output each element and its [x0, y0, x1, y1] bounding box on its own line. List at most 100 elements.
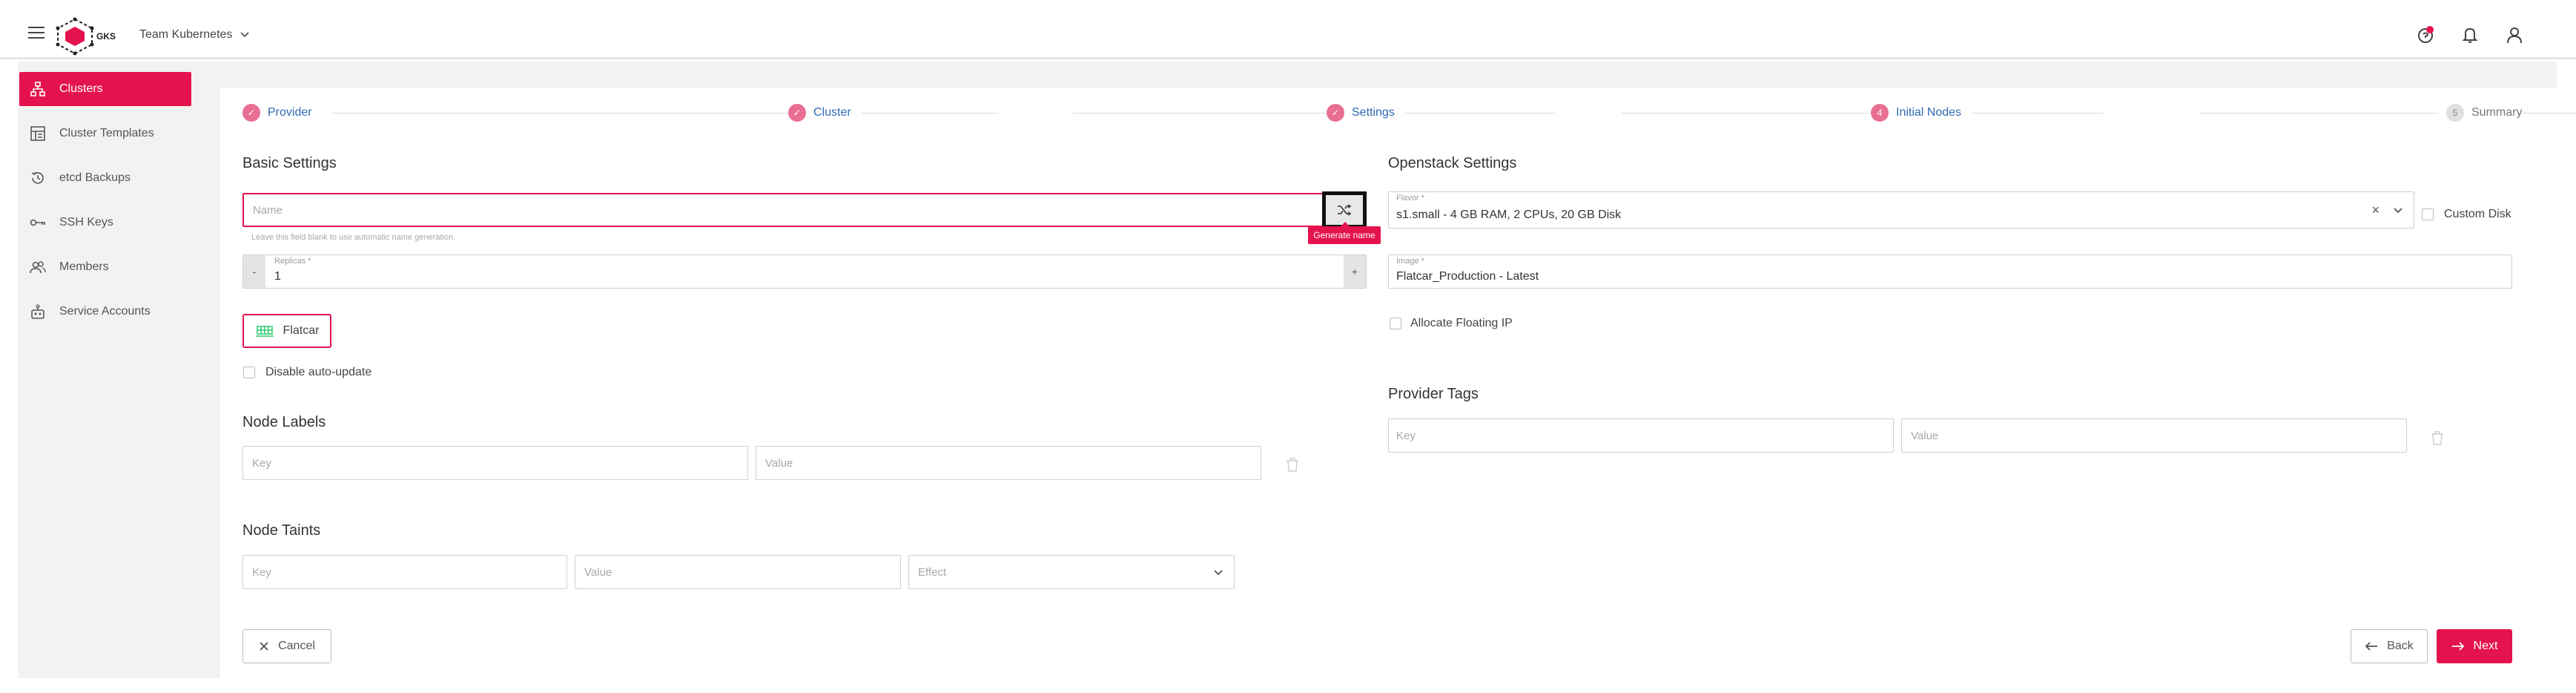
custom-disk-label: Custom Disk: [2444, 208, 2511, 220]
arrow-left-icon: [2365, 642, 2378, 651]
step-label: Summary: [2471, 106, 2523, 119]
value-placeholder: Value: [765, 457, 793, 470]
sidebar-item-etcd-backups[interactable]: etcd Backups: [19, 161, 191, 195]
bell-icon[interactable]: [2460, 25, 2480, 45]
provider-tag-value-input[interactable]: Value: [1901, 418, 2407, 453]
step-number: 4: [1871, 104, 1889, 122]
back-button[interactable]: Back: [2351, 629, 2428, 663]
generate-name-tooltip: Generate name: [1308, 222, 1381, 244]
trash-icon[interactable]: [2431, 430, 2444, 445]
node-taint-key-input[interactable]: Key: [242, 555, 567, 589]
basic-settings-title: Basic Settings: [242, 155, 337, 171]
node-label-value-input[interactable]: Value: [756, 446, 1261, 480]
flatcar-icon: [255, 326, 274, 337]
members-icon: [30, 259, 46, 275]
disable-autoupdate-checkbox[interactable]: [243, 367, 255, 378]
chevron-down-icon: [1214, 570, 1223, 576]
chevron-down-icon[interactable]: [2393, 207, 2403, 214]
flavor-label: Flavor *: [1396, 194, 1424, 203]
stepper-line: [331, 113, 999, 114]
step-label: Initial Nodes: [1896, 106, 1962, 119]
clear-icon[interactable]: ×: [2371, 203, 2380, 218]
check-icon: ✓: [242, 104, 260, 122]
sidebar-item-label: Service Accounts: [59, 305, 151, 318]
image-value: Flatcar_Production - Latest: [1396, 270, 1539, 283]
node-labels-title: Node Labels: [242, 414, 326, 430]
sidebar-item-cluster-templates[interactable]: Cluster Templates: [19, 116, 191, 151]
sidebar-item-label: Members: [59, 260, 109, 273]
stepper-line: [1073, 113, 1555, 114]
logo-icon[interactable]: [53, 16, 96, 56]
replicas-value[interactable]: 1: [274, 270, 281, 283]
robot-icon: [30, 303, 46, 320]
close-icon: [260, 642, 268, 651]
image-input[interactable]: Image * Flatcar_Production - Latest: [1388, 254, 2512, 289]
flavor-value: s1.small - 4 GB RAM, 2 CPUs, 20 GB Disk: [1396, 208, 1622, 221]
step-label: Cluster: [813, 106, 851, 119]
header-actions: [2416, 25, 2576, 45]
value-placeholder: Value: [584, 566, 612, 579]
name-hint: Leave this field blank to use automatic …: [251, 233, 456, 242]
disable-autoupdate-label: Disable auto-update: [265, 366, 372, 378]
arrow-right-icon: [2451, 642, 2464, 651]
step-label: Settings: [1352, 106, 1395, 119]
wizard-stepper: ✓ Provider ✓ Cluster ✓ Settings 4 Initia…: [242, 104, 2576, 122]
logo-text: GKS: [96, 31, 116, 42]
replicas-increment-button[interactable]: +: [1344, 255, 1366, 288]
effect-placeholder: Effect: [918, 566, 947, 579]
menu-icon[interactable]: [28, 27, 44, 39]
hierarchy-icon: [30, 81, 46, 97]
flavor-select[interactable]: Flavor * s1.small - 4 GB RAM, 2 CPUs, 20…: [1388, 191, 2414, 229]
next-label: Next: [2473, 640, 2498, 652]
check-icon: ✓: [788, 104, 806, 122]
key-placeholder: Key: [252, 566, 271, 579]
trash-icon[interactable]: [1286, 457, 1299, 472]
os-flatcar-button[interactable]: Flatcar: [242, 314, 331, 348]
replicas-decrement-button[interactable]: -: [243, 255, 265, 288]
wizard-card: [220, 88, 2557, 678]
value-placeholder: Value: [1911, 430, 1939, 442]
sidebar-item-label: Clusters: [59, 82, 103, 95]
replicas-label: Replicas *: [274, 257, 311, 266]
sidebar: Clusters Cluster Templates etcd Backups …: [19, 72, 191, 339]
sidebar-item-service-accounts[interactable]: Service Accounts: [19, 295, 191, 329]
shuffle-icon: [1338, 204, 1352, 216]
cancel-button[interactable]: Cancel: [242, 629, 331, 663]
stepper-line: [1622, 113, 2104, 114]
sidebar-item-label: etcd Backups: [59, 171, 131, 184]
node-taint-value-input[interactable]: Value: [575, 555, 901, 589]
key-placeholder: Key: [252, 457, 271, 470]
floating-ip-label: Allocate Floating IP: [1410, 317, 1513, 329]
step-summary[interactable]: 5 Summary: [2439, 104, 2523, 122]
image-label: Image *: [1396, 257, 1424, 266]
project-selector[interactable]: Team Kubernetes: [139, 28, 250, 42]
next-button[interactable]: Next: [2437, 629, 2512, 663]
step-settings[interactable]: ✓ Settings: [1327, 104, 1405, 122]
sidebar-item-members[interactable]: Members: [19, 250, 191, 284]
provider-tag-key-input[interactable]: Key: [1388, 418, 1894, 453]
openstack-settings-title: Openstack Settings: [1388, 155, 1517, 171]
sidebar-item-clusters[interactable]: Clusters: [19, 72, 191, 106]
cancel-label: Cancel: [278, 640, 315, 652]
project-name: Team Kubernetes: [139, 28, 233, 41]
sidebar-item-ssh-keys[interactable]: SSH Keys: [19, 206, 191, 240]
node-taint-effect-select[interactable]: Effect: [908, 555, 1235, 589]
name-input[interactable]: Name: [242, 193, 1367, 227]
floating-ip-checkbox[interactable]: [1390, 318, 1401, 329]
help-icon[interactable]: [2416, 25, 2435, 45]
step-provider[interactable]: ✓ Provider: [242, 104, 323, 122]
chevron-down-icon: [240, 32, 250, 38]
step-initial-nodes[interactable]: 4 Initial Nodes: [1871, 104, 1972, 122]
check-icon: ✓: [1327, 104, 1344, 122]
step-cluster[interactable]: ✓ Cluster: [788, 104, 862, 122]
os-label: Flatcar: [283, 324, 320, 337]
node-label-key-input[interactable]: Key: [242, 446, 748, 480]
custom-disk-checkbox[interactable]: [2422, 208, 2434, 220]
key-icon: [30, 214, 46, 231]
name-placeholder: Name: [253, 204, 283, 217]
user-icon[interactable]: [2505, 25, 2524, 45]
step-number: 5: [2446, 104, 2464, 122]
replicas-field: Replicas * 1: [242, 254, 1367, 289]
template-icon: [30, 125, 46, 142]
back-label: Back: [2387, 640, 2414, 652]
